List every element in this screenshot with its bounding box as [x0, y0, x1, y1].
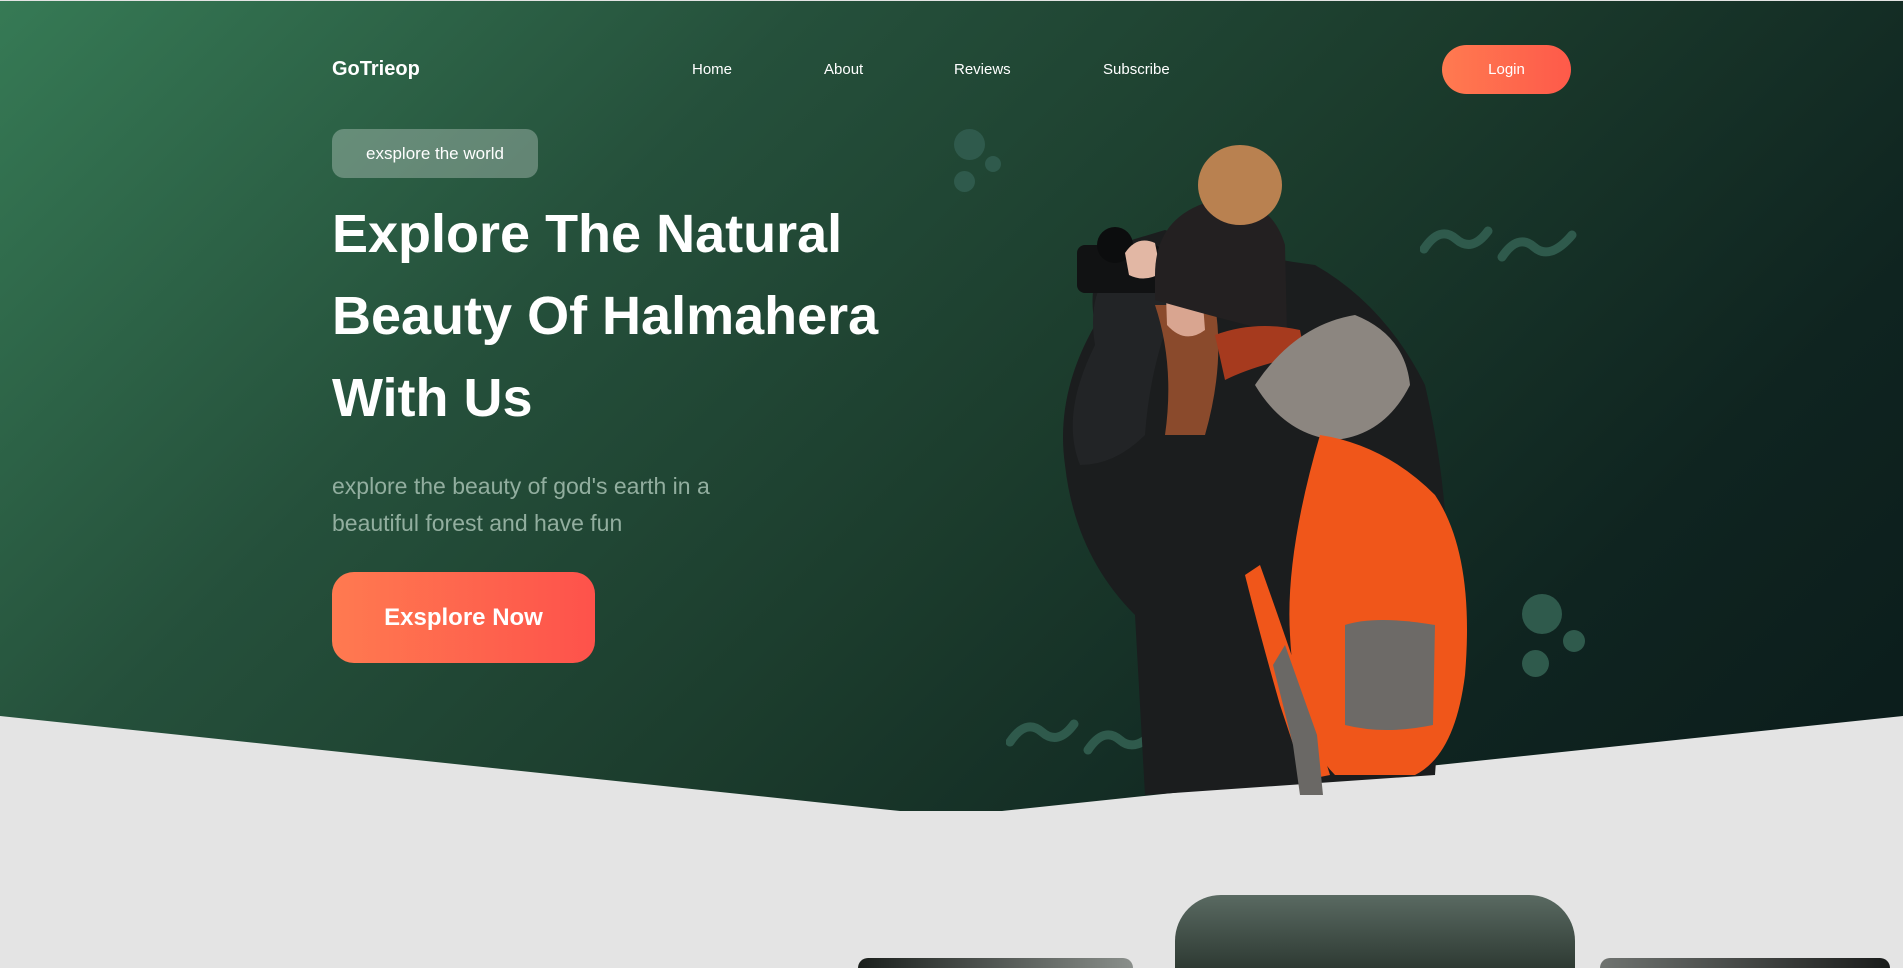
hero-subtitle: explore the beauty of god's earth in a b…	[332, 473, 710, 536]
destination-card[interactable]	[858, 958, 1133, 968]
nav-home-link[interactable]: Home	[692, 61, 732, 78]
hero-headline: Explore The Natural Beauty Of Halmahera …	[332, 193, 952, 439]
top-nav: GoTrieop Home About Reviews Subscribe Lo…	[0, 0, 1903, 140]
login-button[interactable]: Login	[1442, 45, 1571, 94]
brand-logo[interactable]: GoTrieop	[332, 58, 420, 81]
decor-dot	[954, 171, 975, 192]
destination-card[interactable]	[1175, 895, 1575, 968]
decor-dot	[1563, 630, 1585, 652]
headline-line-3: With Us	[332, 368, 533, 428]
headline-line-1: Explore The Natural	[332, 204, 843, 264]
nav-about-link[interactable]: About	[824, 61, 863, 78]
decor-dot	[1522, 650, 1549, 677]
decor-dot	[985, 156, 1001, 172]
decor-dot	[1522, 594, 1562, 634]
nav-reviews-link[interactable]: Reviews	[954, 61, 1011, 78]
hiker-photo	[1063, 145, 1467, 795]
hero-tag: exsplore the world	[332, 129, 538, 178]
headline-line-2: Beauty Of Halmahera	[332, 286, 879, 346]
nav-subscribe-link[interactable]: Subscribe	[1103, 61, 1170, 78]
explore-now-button[interactable]: Exsplore Now	[332, 572, 595, 663]
destination-card[interactable]	[1600, 958, 1890, 968]
decor-dot	[954, 129, 985, 160]
